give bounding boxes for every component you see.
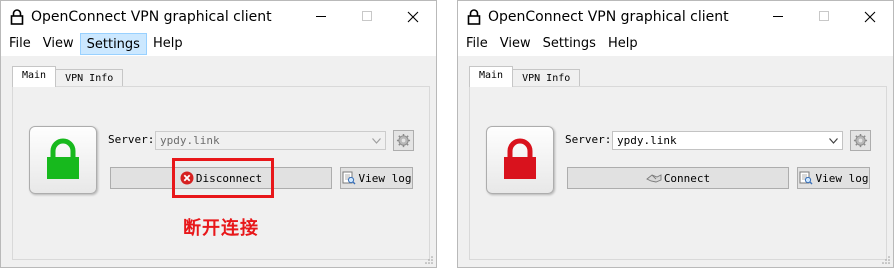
vpn-window-disconnected: OpenConnect VPN graphical client File Vi… (457, 0, 894, 268)
view-log-label: View log (815, 171, 869, 185)
menu-bar: File View Settings Help (1, 32, 436, 56)
tab-vpn-info[interactable]: VPN Info (55, 69, 124, 87)
lock-app-icon (10, 9, 24, 25)
menu-file[interactable]: File (460, 33, 494, 55)
connect-button[interactable]: Connect (567, 167, 789, 189)
title-bar[interactable]: OpenConnect VPN graphical client (1, 1, 436, 32)
menu-view[interactable]: View (37, 33, 80, 55)
window-title: OpenConnect VPN graphical client (31, 9, 272, 25)
menu-help[interactable]: Help (602, 33, 644, 55)
chevron-down-icon (829, 138, 838, 144)
menu-help[interactable]: Help (147, 33, 189, 55)
server-settings-button[interactable] (850, 130, 871, 151)
maximize-button[interactable] (801, 1, 847, 32)
close-button[interactable] (390, 1, 436, 32)
tab-vpn-info[interactable]: VPN Info (512, 69, 581, 87)
annotation-text: 断开连接 (183, 218, 259, 239)
server-combobox[interactable]: ypdy.link (155, 131, 386, 150)
tab-bar: Main VPN Info (469, 66, 581, 87)
connect-label: Connect (663, 171, 711, 185)
view-log-label: View log (358, 171, 412, 185)
close-button[interactable] (847, 1, 893, 32)
view-log-button[interactable]: View log (340, 167, 413, 189)
log-search-icon (342, 171, 355, 185)
window-title: OpenConnect VPN graphical client (488, 9, 729, 25)
minimize-button[interactable] (298, 1, 344, 32)
server-settings-button[interactable] (393, 130, 414, 151)
lock-app-icon (467, 9, 481, 25)
tab-main[interactable]: Main (12, 66, 57, 87)
resize-grip-icon[interactable] (881, 255, 891, 265)
annotation-highlight-box (172, 158, 274, 198)
menu-view[interactable]: View (494, 33, 537, 55)
gear-icon (396, 133, 411, 148)
server-value: ypdy.link (617, 134, 677, 147)
resize-grip-icon[interactable] (424, 255, 434, 265)
title-bar[interactable]: OpenConnect VPN graphical client (458, 1, 893, 32)
connect-icon (645, 174, 662, 183)
server-combobox[interactable]: ypdy.link (612, 131, 843, 150)
menu-bar: File View Settings Help (458, 32, 893, 56)
tab-bar: Main VPN Info (12, 66, 124, 87)
menu-file[interactable]: File (3, 33, 37, 55)
server-label: Server: (108, 133, 155, 146)
vpn-window-connected: OpenConnect VPN graphical client File Vi… (0, 0, 437, 268)
tab-main[interactable]: Main (469, 66, 514, 87)
chevron-down-icon (372, 138, 381, 144)
gear-icon (853, 133, 868, 148)
locked-icon (504, 138, 536, 179)
status-lock-indicator (486, 126, 554, 194)
menu-settings[interactable]: Settings (537, 33, 602, 55)
locked-icon (47, 138, 79, 179)
log-search-icon (799, 171, 812, 185)
view-log-button[interactable]: View log (797, 167, 870, 189)
server-label: Server: (565, 133, 612, 146)
maximize-button[interactable] (344, 1, 390, 32)
status-lock-indicator (29, 126, 97, 194)
minimize-button[interactable] (755, 1, 801, 32)
server-value: ypdy.link (160, 134, 220, 147)
menu-settings[interactable]: Settings (79, 33, 147, 55)
